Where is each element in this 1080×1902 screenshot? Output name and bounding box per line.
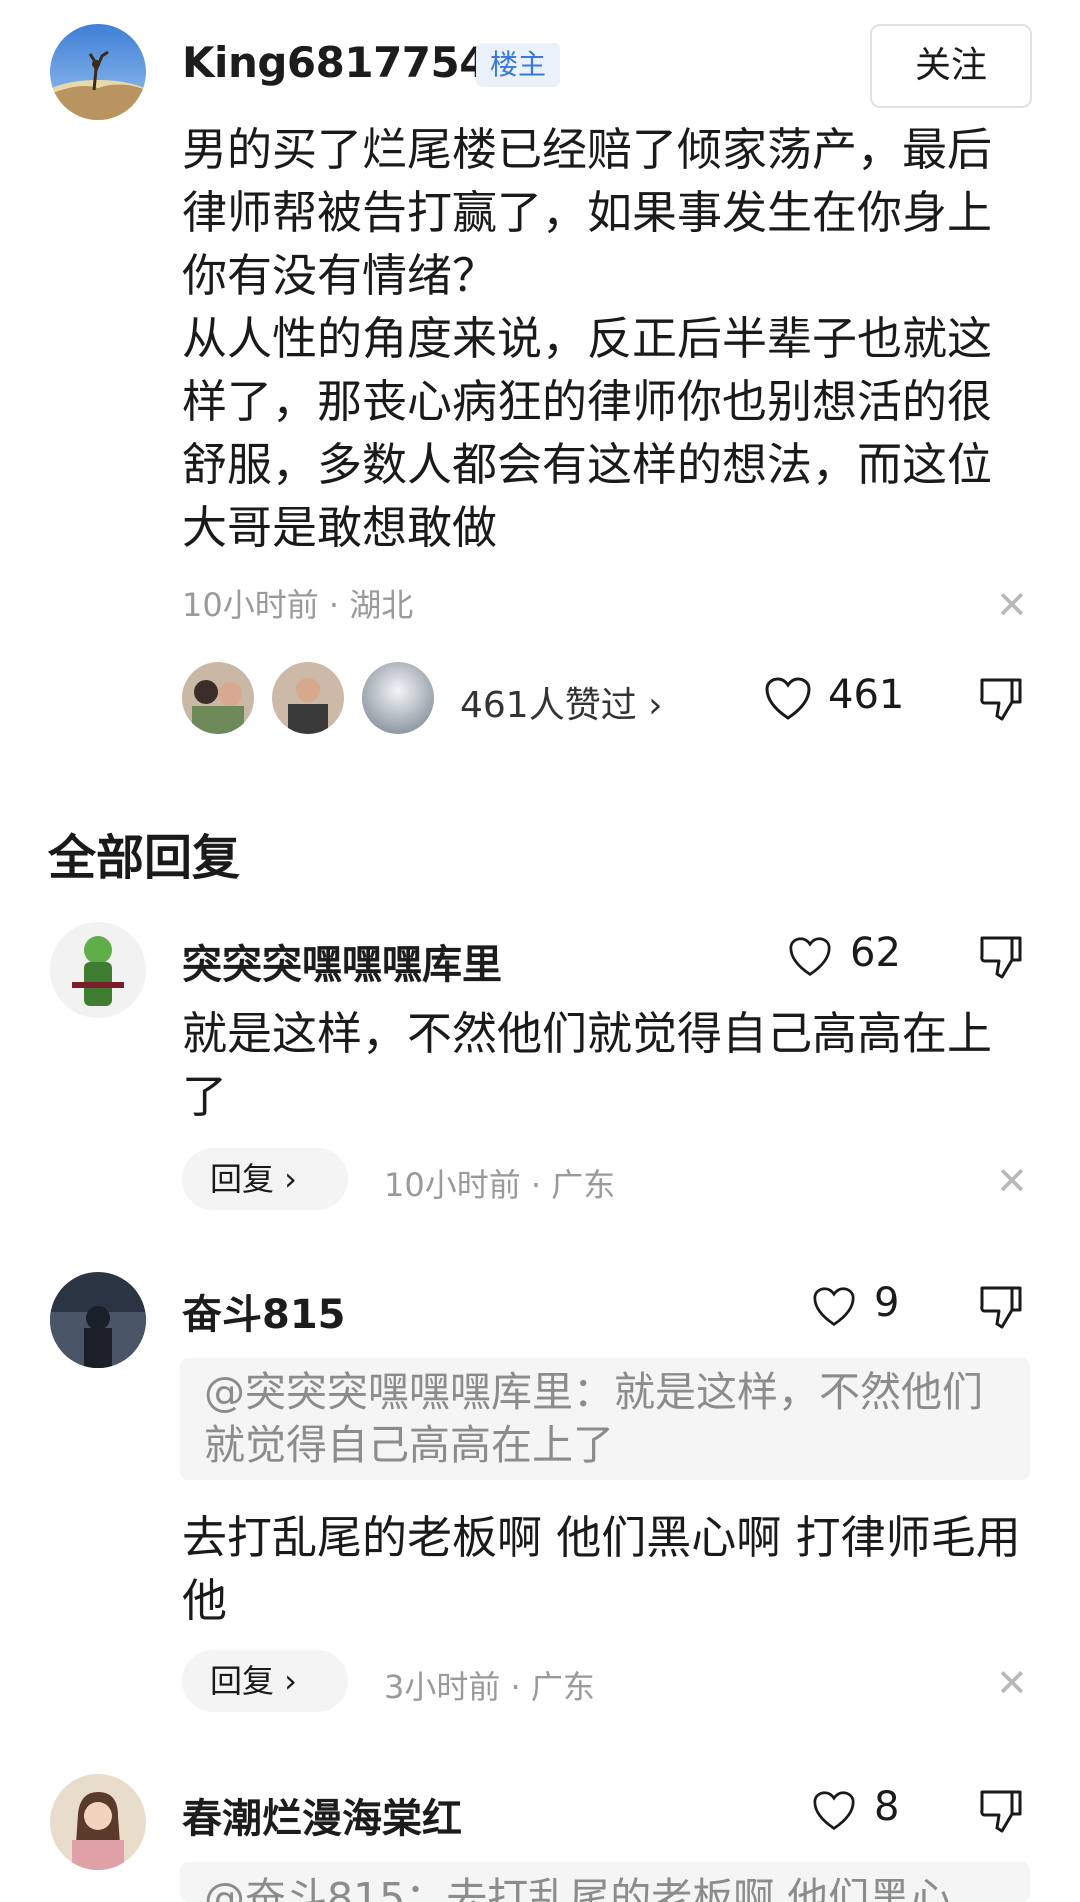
thumbs-down-icon[interactable]	[978, 1284, 1024, 1330]
quoted-reply[interactable]: @奋斗815：去打乱尾的老板啊 他们黑心	[180, 1862, 1030, 1902]
liker-avatar[interactable]	[362, 662, 434, 734]
like-count: 8	[874, 1784, 900, 1830]
thumbs-down-icon[interactable]	[978, 934, 1024, 980]
close-icon[interactable]: ✕	[996, 1664, 1028, 1702]
liker-avatar[interactable]	[182, 662, 254, 734]
thumbs-down-icon[interactable]	[978, 676, 1024, 722]
section-title: 全部回复	[48, 830, 241, 886]
follow-button[interactable]: 关注	[870, 24, 1032, 108]
close-icon[interactable]: ✕	[996, 586, 1028, 624]
like-count: 461	[828, 672, 905, 718]
commenter-name[interactable]: 突突突嘿嘿嘿库里	[182, 932, 502, 990]
thumbs-down-icon[interactable]	[978, 1788, 1024, 1834]
close-icon[interactable]: ✕	[996, 1162, 1028, 1200]
commenter-name[interactable]: 奋斗815	[182, 1282, 346, 1340]
likers-link[interactable]: 461人赞过 ›	[460, 676, 663, 728]
commenter-avatar[interactable]	[50, 1272, 146, 1368]
like-count: 62	[850, 930, 901, 976]
heart-icon[interactable]	[812, 1286, 856, 1328]
comment-text: 去打乱尾的老板啊 他们黑心啊 打律师毛用他	[182, 1511, 1021, 1627]
commenter-name[interactable]: 春潮烂漫海棠红	[182, 1786, 462, 1844]
op-avatar[interactable]	[50, 24, 146, 120]
reply-button[interactable]: 回复 ›	[182, 1650, 348, 1712]
heart-icon[interactable]	[812, 1790, 856, 1832]
comment-text: 就是这样，不然他们就觉得自己高高在上了	[182, 1007, 993, 1123]
comment-meta: 3小时前 · 广东	[384, 1668, 595, 1706]
like-count: 9	[874, 1280, 900, 1326]
post-content: 男的买了烂尾楼已经赔了倾家荡产，最后律师帮被告打赢了，如果事发生在你身上你有没有…	[182, 123, 993, 554]
post-meta: 10小时前 · 湖北	[182, 586, 414, 624]
quoted-reply[interactable]: @突突突嘿嘿嘿库里：就是这样，不然他们就觉得自己高高在上了	[180, 1358, 1030, 1480]
author-badge: 楼主	[476, 43, 561, 87]
op-username[interactable]: King68177541	[182, 38, 517, 87]
commenter-avatar[interactable]	[50, 1774, 146, 1870]
heart-icon[interactable]	[764, 676, 812, 722]
reply-button[interactable]: 回复 ›	[182, 1148, 348, 1210]
commenter-avatar[interactable]	[50, 922, 146, 1018]
heart-icon[interactable]	[788, 936, 832, 978]
comment-meta: 10小时前 · 广东	[384, 1166, 616, 1204]
liker-avatar[interactable]	[272, 662, 344, 734]
